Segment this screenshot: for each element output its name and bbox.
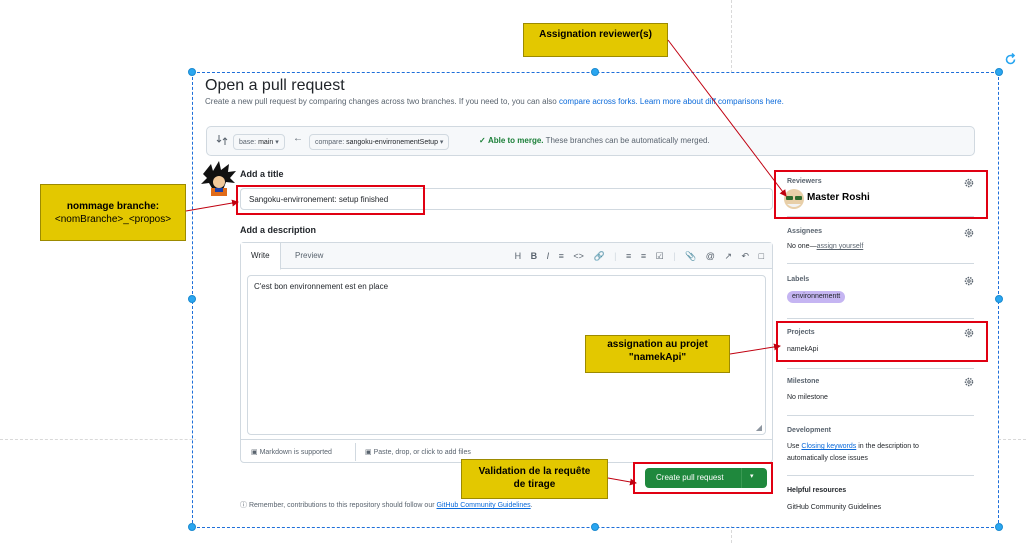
highlight-title-input <box>236 185 425 215</box>
resize-handle-top-right[interactable] <box>995 68 1003 76</box>
resize-handle-top[interactable] <box>591 68 599 76</box>
resize-handle-bottom[interactable] <box>591 523 599 531</box>
resize-handle-right[interactable] <box>995 295 1003 303</box>
highlight-projects <box>776 321 988 362</box>
callout-reviewer: Assignation reviewer(s) <box>523 23 668 57</box>
callout-branch-naming: nommage branche: <nomBranche>_<propos> <box>40 184 186 241</box>
resize-handle-left[interactable] <box>188 295 196 303</box>
callout-branch-line1: nommage branche: <box>66 201 160 212</box>
resize-handle-bottom-right[interactable] <box>995 523 1003 531</box>
callout-validation: Validation de la requête de tirage <box>461 459 608 499</box>
rotate-handle-icon[interactable] <box>1004 53 1017 66</box>
highlight-reviewers <box>774 170 988 219</box>
callout-project-line1: assignation au projet <box>607 339 708 350</box>
callout-project: assignation au projet "namekApi" <box>585 335 730 373</box>
callout-branch-line2: <nomBranche>_<propos> <box>54 214 172 225</box>
resize-handle-top-left[interactable] <box>188 68 196 76</box>
callout-reviewer-text: Assignation reviewer(s) <box>539 29 652 40</box>
callout-project-line2: "namekApi" <box>628 352 687 363</box>
callout-validation-line1: Validation de la requête <box>478 466 591 477</box>
highlight-create-button <box>633 462 773 494</box>
callout-validation-line2: de tirage <box>513 479 556 490</box>
resize-handle-bottom-left[interactable] <box>188 523 196 531</box>
